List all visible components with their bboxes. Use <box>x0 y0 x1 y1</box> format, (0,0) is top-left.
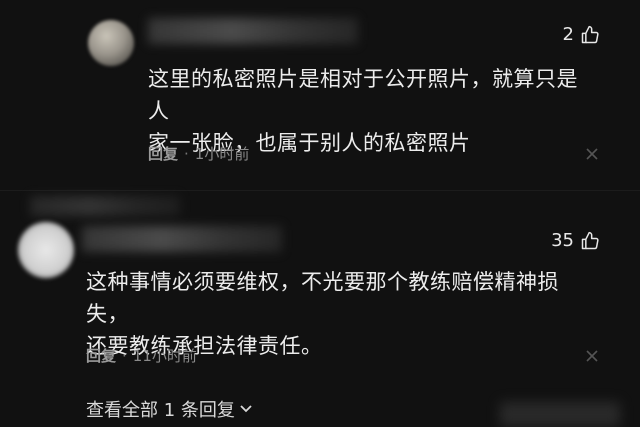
view-replies-button[interactable]: 查看全部 1 条回复 <box>86 396 253 422</box>
timestamp: 1小时前 <box>194 145 250 163</box>
username-blurred-extra <box>30 196 180 216</box>
like-button[interactable]: 2 <box>563 24 600 45</box>
like-count: 2 <box>562 24 574 45</box>
separator-dot: · <box>122 346 127 365</box>
thumbs-up-icon <box>580 231 600 251</box>
comment-meta: 回复 · 1小时前 <box>148 143 249 164</box>
thumbs-up-icon <box>580 25 600 45</box>
reply-button[interactable]: 回复 <box>148 143 178 164</box>
blurred-region <box>500 402 620 427</box>
reply-button[interactable]: 回复 <box>86 345 116 366</box>
separator-dot: · <box>184 144 189 163</box>
timestamp: 11小时前 <box>132 347 197 365</box>
divider <box>0 190 640 191</box>
close-icon[interactable] <box>584 348 600 364</box>
chevron-down-icon <box>239 399 253 420</box>
username-blurred[interactable] <box>148 18 358 44</box>
close-icon[interactable] <box>584 146 600 162</box>
avatar[interactable] <box>18 222 74 278</box>
comment-meta: 回复 · 11小时前 <box>86 345 197 366</box>
like-button[interactable]: 35 <box>551 230 600 251</box>
username-blurred[interactable] <box>82 226 282 252</box>
like-count: 35 <box>551 230 574 251</box>
view-replies-label: 查看全部 1 条回复 <box>86 400 235 421</box>
avatar[interactable] <box>88 20 134 66</box>
